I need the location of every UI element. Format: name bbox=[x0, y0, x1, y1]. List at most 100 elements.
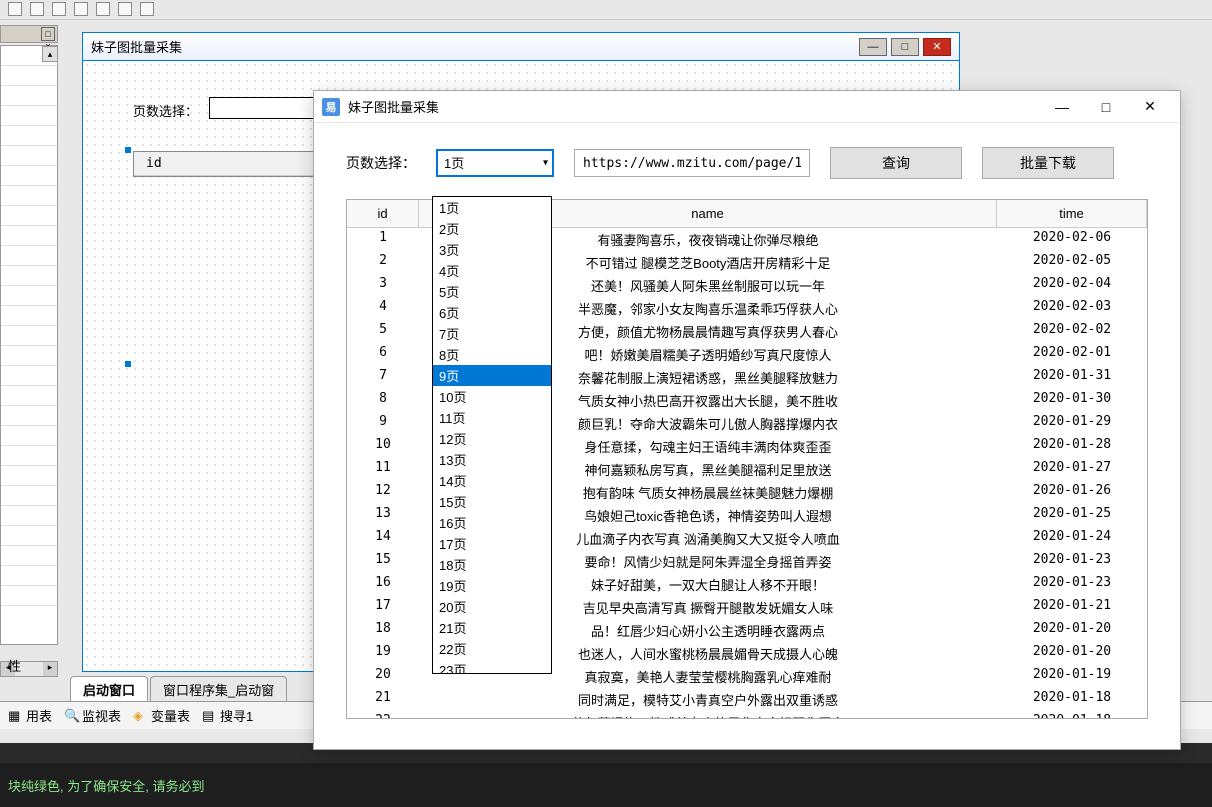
cell-name: 荷尔蒙爆炸！性感美女小热巴化身空姐跟你回家 bbox=[419, 711, 997, 719]
cell-id: 13 bbox=[347, 504, 419, 527]
close-button[interactable]: ✕ bbox=[1128, 92, 1172, 122]
cell-time: 2020-02-02 bbox=[997, 320, 1147, 343]
dropdown-item[interactable]: 23页 bbox=[433, 659, 551, 674]
dropdown-item[interactable]: 16页 bbox=[433, 512, 551, 533]
dropdown-item[interactable]: 22页 bbox=[433, 638, 551, 659]
minimize-button[interactable]: — bbox=[859, 38, 887, 56]
cell-time: 2020-01-24 bbox=[997, 527, 1147, 550]
cell-id: 4 bbox=[347, 297, 419, 320]
cell-time: 2020-02-06 bbox=[997, 228, 1147, 251]
bottom-tabs: 启动窗口 窗口程序集_启动窗 bbox=[70, 676, 287, 702]
dropdown-item[interactable]: 6页 bbox=[433, 302, 551, 323]
dropdown-item[interactable]: 5页 bbox=[433, 281, 551, 302]
table-row[interactable]: 22荷尔蒙爆炸！性感美女小热巴化身空姐跟你回家2020-01-18 bbox=[347, 711, 1147, 719]
cell-time: 2020-01-20 bbox=[997, 642, 1147, 665]
batch-download-button[interactable]: 批量下载 bbox=[982, 147, 1114, 179]
toolbar-search[interactable]: ▤搜寻1 bbox=[202, 706, 253, 725]
dropdown-item[interactable]: 12页 bbox=[433, 428, 551, 449]
designer-page-select-label: 页数选择： bbox=[133, 101, 198, 120]
cell-id: 20 bbox=[347, 665, 419, 688]
url-input[interactable] bbox=[574, 149, 810, 177]
cell-id: 14 bbox=[347, 527, 419, 550]
cell-time: 2020-01-20 bbox=[997, 619, 1147, 642]
ide-toolbar bbox=[0, 0, 1212, 20]
col-time[interactable]: time bbox=[997, 200, 1147, 227]
dropdown-item[interactable]: 3页 bbox=[433, 239, 551, 260]
runtime-titlebar[interactable]: 易 妹子图批量采集 — □ ✕ bbox=[314, 91, 1180, 123]
properties-label: 性 bbox=[8, 656, 21, 675]
page-combo[interactable]: 1页 ▾ bbox=[436, 149, 554, 177]
dropdown-item[interactable]: 11页 bbox=[433, 407, 551, 428]
dropdown-item[interactable]: 18页 bbox=[433, 554, 551, 575]
app-icon: 易 bbox=[322, 98, 340, 116]
runtime-title: 妹子图批量采集 bbox=[348, 97, 1040, 116]
col-id[interactable]: id bbox=[347, 200, 419, 227]
cell-id: 12 bbox=[347, 481, 419, 504]
maximize-button[interactable]: □ bbox=[1084, 92, 1128, 122]
dropdown-item[interactable]: 10页 bbox=[433, 386, 551, 407]
cell-time: 2020-02-05 bbox=[997, 251, 1147, 274]
cell-time: 2020-01-31 bbox=[997, 366, 1147, 389]
designer-title: 妹子图批量采集 bbox=[91, 37, 859, 56]
toolbar-usage-table[interactable]: ▦用表 bbox=[8, 706, 52, 725]
maximize-button[interactable]: □ bbox=[891, 38, 919, 56]
cell-time: 2020-02-01 bbox=[997, 343, 1147, 366]
cell-id: 19 bbox=[347, 642, 419, 665]
dropdown-item[interactable]: 14页 bbox=[433, 470, 551, 491]
scroll-up-arrow[interactable]: ▴ bbox=[42, 46, 58, 62]
runtime-window: 易 妹子图批量采集 — □ ✕ 页数选择： 1页 ▾ 查询 批量下载 bbox=[313, 90, 1181, 750]
designer-table-header-id: id bbox=[134, 152, 332, 176]
left-panel: □ × ▴ ◂▸ bbox=[0, 25, 58, 665]
cell-id: 10 bbox=[347, 435, 419, 458]
cell-id: 5 bbox=[347, 320, 419, 343]
dropdown-item[interactable]: 4页 bbox=[433, 260, 551, 281]
cell-time: 2020-01-19 bbox=[997, 665, 1147, 688]
chevron-down-icon: ▾ bbox=[543, 158, 548, 169]
cell-time: 2020-01-30 bbox=[997, 389, 1147, 412]
cell-time: 2020-01-23 bbox=[997, 550, 1147, 573]
cell-time: 2020-01-18 bbox=[997, 711, 1147, 719]
dropdown-item[interactable]: 15页 bbox=[433, 491, 551, 512]
minimize-button[interactable]: — bbox=[1040, 92, 1084, 122]
close-button[interactable]: ✕ bbox=[923, 38, 951, 56]
dropdown-item[interactable]: 7页 bbox=[433, 323, 551, 344]
left-tree[interactable]: ▴ bbox=[0, 45, 58, 645]
dropdown-item[interactable]: 2页 bbox=[433, 218, 551, 239]
toolbar-variable-table[interactable]: ◈变量表 bbox=[133, 706, 190, 725]
cell-time: 2020-01-18 bbox=[997, 688, 1147, 711]
footer-status: 块纯绿色, 为了确保安全, 请务必到 bbox=[0, 763, 1212, 807]
dropdown-item[interactable]: 19页 bbox=[433, 575, 551, 596]
cell-time: 2020-01-29 bbox=[997, 412, 1147, 435]
query-button[interactable]: 查询 bbox=[830, 147, 962, 179]
cell-id: 18 bbox=[347, 619, 419, 642]
toolbar-watch-table[interactable]: 🔍监视表 bbox=[64, 706, 121, 725]
cell-time: 2020-01-25 bbox=[997, 504, 1147, 527]
designer-table[interactable]: id bbox=[133, 151, 333, 177]
cell-time: 2020-01-27 bbox=[997, 458, 1147, 481]
dropdown-item[interactable]: 8页 bbox=[433, 344, 551, 365]
cell-id: 15 bbox=[347, 550, 419, 573]
dropdown-item[interactable]: 21页 bbox=[433, 617, 551, 638]
dropdown-item[interactable]: 17页 bbox=[433, 533, 551, 554]
table-row[interactable]: 21同时满足，模特艾小青真空户外露出双重诱惑2020-01-18 bbox=[347, 688, 1147, 711]
cell-id: 1 bbox=[347, 228, 419, 251]
panel-close-icon[interactable]: □ × bbox=[41, 27, 55, 41]
cell-name: 同时满足，模特艾小青真空户外露出双重诱惑 bbox=[419, 688, 997, 711]
cell-id: 22 bbox=[347, 711, 419, 719]
cell-time: 2020-02-03 bbox=[997, 297, 1147, 320]
cell-id: 3 bbox=[347, 274, 419, 297]
page-dropdown-list[interactable]: 1页2页3页4页5页6页7页8页9页10页11页12页13页14页15页16页1… bbox=[432, 196, 552, 674]
dropdown-item[interactable]: 1页 bbox=[433, 197, 551, 218]
cell-id: 9 bbox=[347, 412, 419, 435]
cell-time: 2020-02-04 bbox=[997, 274, 1147, 297]
cell-id: 7 bbox=[347, 366, 419, 389]
cell-id: 2 bbox=[347, 251, 419, 274]
cell-id: 17 bbox=[347, 596, 419, 619]
dropdown-item[interactable]: 13页 bbox=[433, 449, 551, 470]
tab-startup-window[interactable]: 启动窗口 bbox=[70, 676, 148, 702]
dropdown-item[interactable]: 9页 bbox=[433, 365, 551, 386]
cell-id: 6 bbox=[347, 343, 419, 366]
dropdown-item[interactable]: 20页 bbox=[433, 596, 551, 617]
tab-window-program-set[interactable]: 窗口程序集_启动窗 bbox=[150, 676, 287, 702]
cell-id: 11 bbox=[347, 458, 419, 481]
